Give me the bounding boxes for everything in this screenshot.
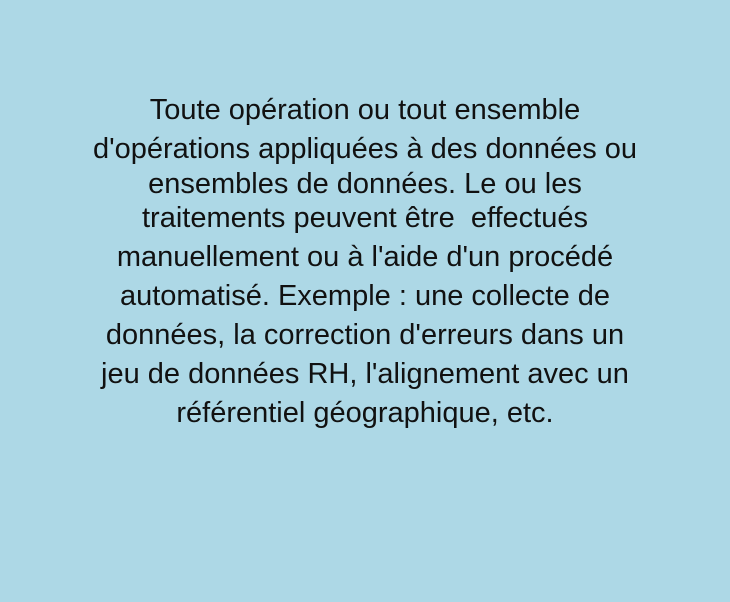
definition-card: Toute opération ou tout ensemble d'opéra… xyxy=(0,0,730,602)
definition-line: automatisé. Exemple : une collecte de xyxy=(119,280,611,312)
definition-line: données, la correction d'erreurs dans un xyxy=(105,319,625,351)
definition-line: d'opérations appliquées à des données ou xyxy=(92,133,638,165)
definition-line: traitements peuvent être effectués xyxy=(141,202,588,234)
definition-line: ensembles de données. Le ou les xyxy=(148,168,582,200)
definition-line: Toute opération ou tout ensemble xyxy=(149,94,581,126)
definition-text: Toute opération ou tout ensemble d'opéra… xyxy=(0,91,730,433)
definition-line: jeu de données RH, l'alignement avec un xyxy=(101,358,629,390)
definition-line: référentiel géographique, etc. xyxy=(176,397,554,429)
definition-line: manuellement ou à l'aide d'un procédé xyxy=(116,241,614,273)
